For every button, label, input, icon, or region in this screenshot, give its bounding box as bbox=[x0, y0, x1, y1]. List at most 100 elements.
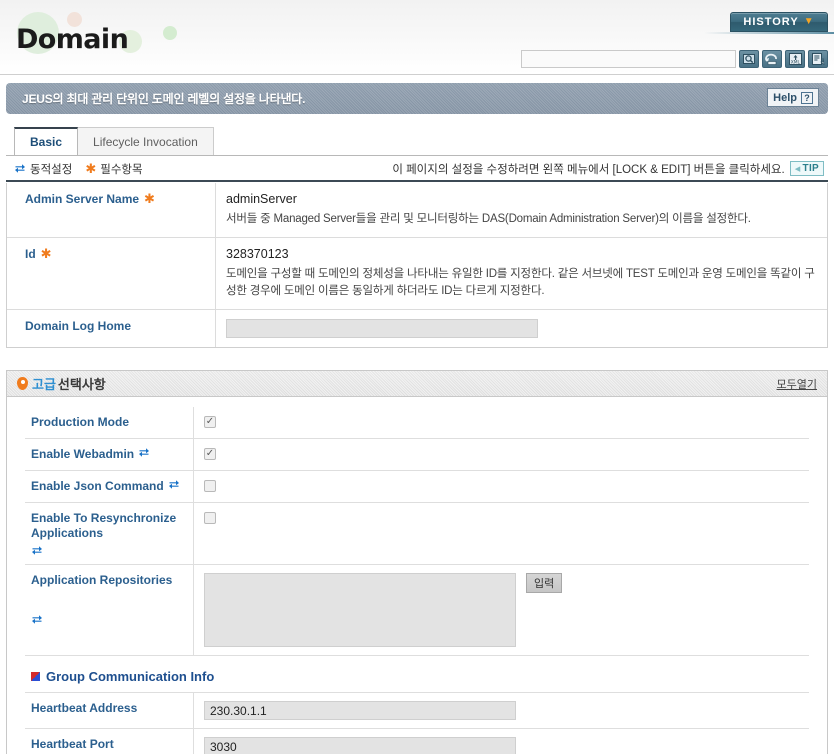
field-label-text: Admin Server Name bbox=[25, 192, 140, 206]
advanced-value-enable-webadmin bbox=[193, 439, 809, 470]
advanced-options-header: 고급 선택사항 모두열기 bbox=[7, 371, 827, 397]
sync-icon bbox=[138, 447, 150, 458]
advanced-label-text: Enable To Resynchronize Applications bbox=[31, 511, 177, 540]
advanced-label-enable-json-command: Enable Json Command bbox=[25, 471, 193, 502]
search-icon bbox=[742, 54, 755, 64]
field-label-text: Domain Log Home bbox=[25, 319, 132, 333]
application-repositories-textarea[interactable] bbox=[204, 573, 516, 647]
legend-required-item: ✱ 필수항목 bbox=[85, 161, 142, 177]
advanced-title-highlight: 고급 bbox=[32, 377, 56, 392]
history-underline bbox=[704, 32, 834, 34]
asterisk-icon: ✱ bbox=[144, 191, 155, 206]
field-description: 서버들 중 Managed Server들을 관리 및 모니터링하는 DAS(D… bbox=[226, 213, 751, 225]
advanced-title-rest: 선택사항 bbox=[57, 377, 106, 392]
advanced-label-text: Heartbeat Port bbox=[31, 737, 114, 751]
advanced-value-heartbeat-address: 230.30.1.1 bbox=[193, 693, 809, 728]
advanced-label-text: Production Mode bbox=[31, 415, 129, 429]
search-toolbar: XML bbox=[521, 50, 828, 68]
advanced-options-panel: 고급 선택사항 모두열기 Production Mode Enable Weba… bbox=[6, 370, 828, 754]
domain-log-home-input[interactable] bbox=[226, 319, 538, 338]
refresh-icon bbox=[765, 53, 777, 65]
tab-bar: Basic Lifecycle Invocation bbox=[14, 127, 834, 155]
advanced-options-body: Production Mode Enable Webadmin bbox=[7, 397, 827, 754]
advanced-label-text: Enable Json Command bbox=[31, 479, 164, 493]
tab-basic[interactable]: Basic bbox=[14, 127, 79, 155]
basic-form-table: Admin Server Name ✱ adminServer 서버들 중 Ma… bbox=[6, 183, 828, 348]
xml-export-button[interactable]: XML bbox=[785, 50, 805, 68]
advanced-row-enable-json-command: Enable Json Command bbox=[25, 471, 809, 503]
decorative-circle-small bbox=[163, 26, 177, 40]
application-repositories-submit-button[interactable]: 입력 bbox=[526, 573, 563, 593]
field-row-domain-log-home: Domain Log Home bbox=[7, 310, 827, 347]
enable-webadmin-checkbox[interactable] bbox=[204, 448, 216, 460]
sync-icon bbox=[168, 479, 180, 490]
advanced-value-heartbeat-port: 3030 bbox=[193, 729, 809, 754]
asterisk-icon: ✱ bbox=[85, 161, 97, 176]
search-button[interactable] bbox=[739, 50, 759, 68]
group-communication-info-title: Group Communication Info bbox=[46, 669, 215, 684]
field-row-admin-server-name: Admin Server Name ✱ adminServer 서버들 중 Ma… bbox=[7, 183, 827, 238]
help-button[interactable]: Help ? bbox=[767, 88, 819, 107]
xml-upload-icon: XML bbox=[788, 53, 802, 65]
search-input[interactable] bbox=[521, 50, 736, 68]
tip-badge[interactable]: ◂ TIP bbox=[789, 161, 824, 176]
history-button-label: HISTORY bbox=[743, 16, 799, 28]
field-label-text: Id bbox=[25, 247, 36, 261]
tab-basic-label: Basic bbox=[30, 135, 63, 149]
tip-arrow-icon: ◂ bbox=[794, 163, 801, 175]
svg-text:XML: XML bbox=[790, 59, 800, 65]
production-mode-checkbox[interactable] bbox=[204, 416, 216, 428]
advanced-row-enable-to-resynchronize-applications: Enable To Resynchronize Applications bbox=[25, 503, 809, 565]
advanced-label-production-mode: Production Mode bbox=[25, 407, 193, 438]
advanced-value-production-mode bbox=[193, 407, 809, 438]
advanced-label-enable-webadmin: Enable Webadmin bbox=[25, 439, 193, 470]
legend-underline bbox=[6, 180, 828, 182]
field-label-admin-server-name: Admin Server Name ✱ bbox=[7, 183, 215, 237]
history-button[interactable]: HISTORY ▼ bbox=[730, 12, 828, 32]
advanced-label-text: Enable Webadmin bbox=[31, 447, 135, 461]
advanced-row-application-repositories: Application Repositories 입력 bbox=[25, 565, 809, 656]
field-label-domain-log-home: Domain Log Home bbox=[7, 310, 215, 347]
advanced-label-enable-to-resynchronize-applications: Enable To Resynchronize Applications bbox=[25, 503, 193, 564]
field-value-text: adminServer bbox=[226, 192, 297, 206]
field-label-id: Id ✱ bbox=[7, 238, 215, 309]
advanced-label-heartbeat-address: Heartbeat Address bbox=[25, 693, 193, 728]
advanced-label-heartbeat-port: Heartbeat Port bbox=[25, 729, 193, 754]
open-all-link[interactable]: 모두열기 bbox=[777, 376, 817, 392]
group-communication-info-header: Group Communication Info bbox=[25, 656, 809, 693]
export-download-icon bbox=[811, 53, 824, 65]
page-title: Domain bbox=[16, 24, 129, 55]
sync-icon bbox=[14, 163, 26, 174]
legend-dynamic-setting: 동적설정 bbox=[14, 161, 72, 177]
asterisk-icon: ✱ bbox=[40, 246, 52, 261]
field-value-id: 328370123 도메인을 구성할 때 도메인의 정체성을 나타내는 유일한 … bbox=[215, 238, 827, 309]
heartbeat-address-input[interactable]: 230.30.1.1 bbox=[204, 701, 516, 720]
field-row-id: Id ✱ 328370123 도메인을 구성할 때 도메인의 정체성을 나타내는… bbox=[7, 238, 827, 310]
field-value-admin-server-name: adminServer 서버들 중 Managed Server들을 관리 및 … bbox=[215, 183, 827, 237]
advanced-row-heartbeat-address: Heartbeat Address 230.30.1.1 bbox=[25, 693, 809, 729]
legend-dynamic-label: 동적설정 bbox=[30, 163, 73, 176]
advanced-row-enable-webadmin: Enable Webadmin bbox=[25, 439, 809, 471]
field-value-text: 328370123 bbox=[226, 247, 289, 261]
heartbeat-port-input[interactable]: 3030 bbox=[204, 737, 516, 754]
advanced-value-enable-json-command bbox=[193, 471, 809, 502]
advanced-row-heartbeat-port: Heartbeat Port 3030 bbox=[25, 729, 809, 754]
enable-json-command-checkbox[interactable] bbox=[204, 480, 216, 492]
tab-lifecycle-invocation[interactable]: Lifecycle Invocation bbox=[77, 127, 214, 155]
refresh-button[interactable] bbox=[762, 50, 782, 68]
exclamation-pin-icon bbox=[17, 377, 28, 390]
advanced-label-application-repositories: Application Repositories bbox=[25, 565, 193, 655]
question-mark-icon: ? bbox=[801, 91, 813, 104]
legend-required-label: 필수항목 bbox=[100, 163, 143, 176]
advanced-row-production-mode: Production Mode bbox=[25, 407, 809, 439]
description-banner-text: JEUS의 최대 관리 단위인 도메인 레벨의 설정을 나타낸다. bbox=[22, 92, 306, 106]
chevron-down-icon: ▼ bbox=[803, 16, 815, 27]
tip-badge-label: TIP bbox=[802, 163, 819, 174]
legend-row: 동적설정 ✱ 필수항목 이 페이지의 설정을 수정하려면 왼쪽 메뉴에서 [LO… bbox=[6, 155, 828, 182]
sync-icon bbox=[31, 545, 43, 556]
field-description: 도메인을 구성할 때 도메인의 정체성을 나타내는 유일한 ID를 지정한다. … bbox=[226, 268, 815, 297]
download-button[interactable] bbox=[808, 50, 828, 68]
field-value-domain-log-home bbox=[215, 310, 827, 347]
enable-to-resynchronize-applications-checkbox[interactable] bbox=[204, 512, 216, 524]
legend-tip-group: 이 페이지의 설정을 수정하려면 왼쪽 메뉴에서 [LOCK & EDIT] 버… bbox=[392, 161, 824, 177]
